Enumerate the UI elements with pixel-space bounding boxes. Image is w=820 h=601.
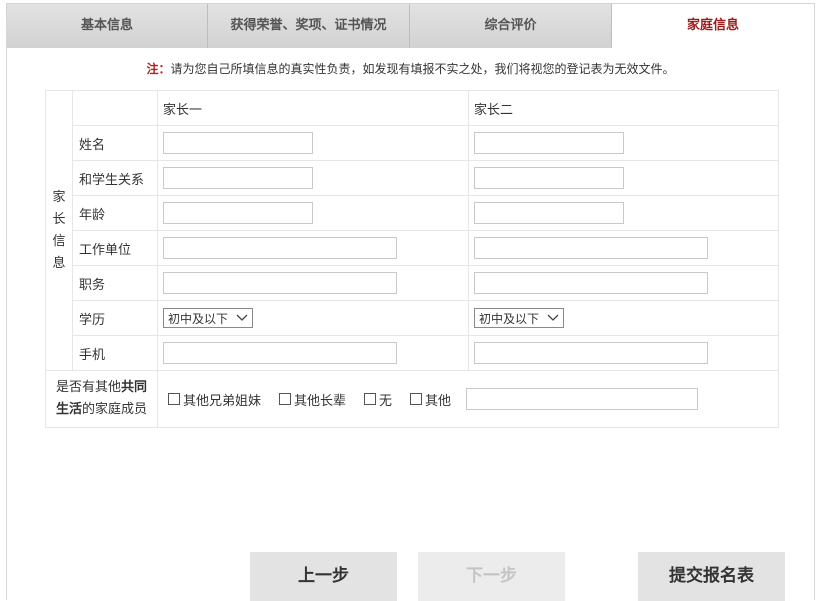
other-members-input[interactable] [466,388,699,410]
parent1-education-value: 初中及以下 [168,311,229,326]
row-label-work: 工作单位 [72,230,158,266]
tab-basic-info[interactable]: 基本信息 [7,4,208,48]
parent2-phone-input[interactable] [474,342,708,364]
tab-honors-awards[interactable]: 获得荣誉、奖项、证书情况 [208,4,410,48]
family-info-table: 家 长 信 息 家长一 家长二 姓名 和学生关系 年龄 工作单位 职务 学历 初… [45,90,779,428]
group-label-char: 息 [52,255,66,271]
parent2-education-value: 初中及以下 [479,311,540,326]
other-members-label-bold: 共同 [121,380,148,395]
chevron-down-icon [236,314,248,321]
notice-text: 请为您自己所填信息的真实性负责，如发现有填报不实之处，我们将视您的登记表为无效文… [170,62,675,76]
other-members-label-bold: 生活 [55,402,82,417]
checkbox-label: 其他兄弟姐妹 [183,393,262,409]
checkbox-box[interactable] [168,393,180,405]
checkbox-other[interactable]: 其他 [410,390,451,409]
other-members-label-text: 的家庭成员 [82,402,148,417]
parent2-age-input[interactable] [474,202,624,224]
notice-tag: 注： [146,62,171,76]
next-step-button[interactable]: 下一步 [418,552,565,601]
row-label-name: 姓名 [72,125,158,161]
other-members-options-cell: 其他兄弟姐妹 其他长辈 无 其他 [157,370,779,428]
checkbox-box[interactable] [410,393,423,405]
column-header-parent2: 家长二 [468,90,779,126]
checkbox-label: 其他长辈 [294,393,347,409]
tab-bar: 基本信息 获得荣誉、奖项、证书情况 综合评价 家庭信息 [7,4,814,49]
submit-form-button[interactable]: 提交报名表 [638,552,785,601]
button-bar: 上一步 下一步 提交报名表 [7,552,814,601]
parent2-name-input[interactable] [474,132,624,154]
chevron-down-icon [547,314,559,321]
checkbox-none[interactable]: 无 [364,390,392,409]
parent2-education-select[interactable]: 初中及以下 [474,308,564,328]
other-members-label-text: 是否有其他 [55,380,121,395]
group-label-char: 信 [52,233,66,249]
checkbox-label: 无 [379,393,393,409]
parent1-education-select[interactable]: 初中及以下 [163,308,253,328]
column-header-parent1: 家长一 [157,90,469,126]
checkbox-box[interactable] [279,393,292,405]
other-members-label: 是否有其他共同生活的家庭成员 [45,370,158,428]
row-label-education: 学历 [72,300,158,336]
parent1-relation-input[interactable] [163,167,313,189]
tab-overall-evaluation[interactable]: 综合评价 [410,4,612,48]
parent-info-group-label: 家 长 信 息 [45,90,73,371]
other-members-options: 其他兄弟姐妹 其他长辈 无 其他 [158,388,778,410]
parent1-age-input[interactable] [163,202,313,224]
row-label-phone: 手机 [72,335,158,371]
notice: 注：请为您自己所填信息的真实性负责，如发现有填报不实之处，我们将视您的登记表为无… [7,60,814,77]
parent2-position-input[interactable] [474,272,708,294]
row-label-relation: 和学生关系 [72,160,158,196]
parent2-work-input[interactable] [474,237,708,259]
checkbox-label: 其他 [425,393,452,409]
prev-step-button[interactable]: 上一步 [250,552,397,601]
parent2-relation-input[interactable] [474,167,624,189]
header-empty-cell [72,90,158,126]
parent1-position-input[interactable] [163,272,397,294]
tab-family-info[interactable]: 家庭信息 [612,4,814,49]
registration-form-frame: 基本信息 获得荣誉、奖项、证书情况 综合评价 家庭信息 注：请为您自己所填信息的… [6,3,815,601]
group-label-char: 家 [52,189,66,205]
row-label-position: 职务 [72,265,158,301]
row-label-age: 年龄 [72,195,158,231]
parent1-name-input[interactable] [163,132,313,154]
checkbox-elders[interactable]: 其他长辈 [279,390,346,409]
parent1-phone-input[interactable] [163,342,397,364]
parent1-work-input[interactable] [163,237,397,259]
checkbox-siblings[interactable]: 其他兄弟姐妹 [168,390,261,409]
group-label-char: 长 [52,211,66,227]
checkbox-box[interactable] [364,393,377,405]
